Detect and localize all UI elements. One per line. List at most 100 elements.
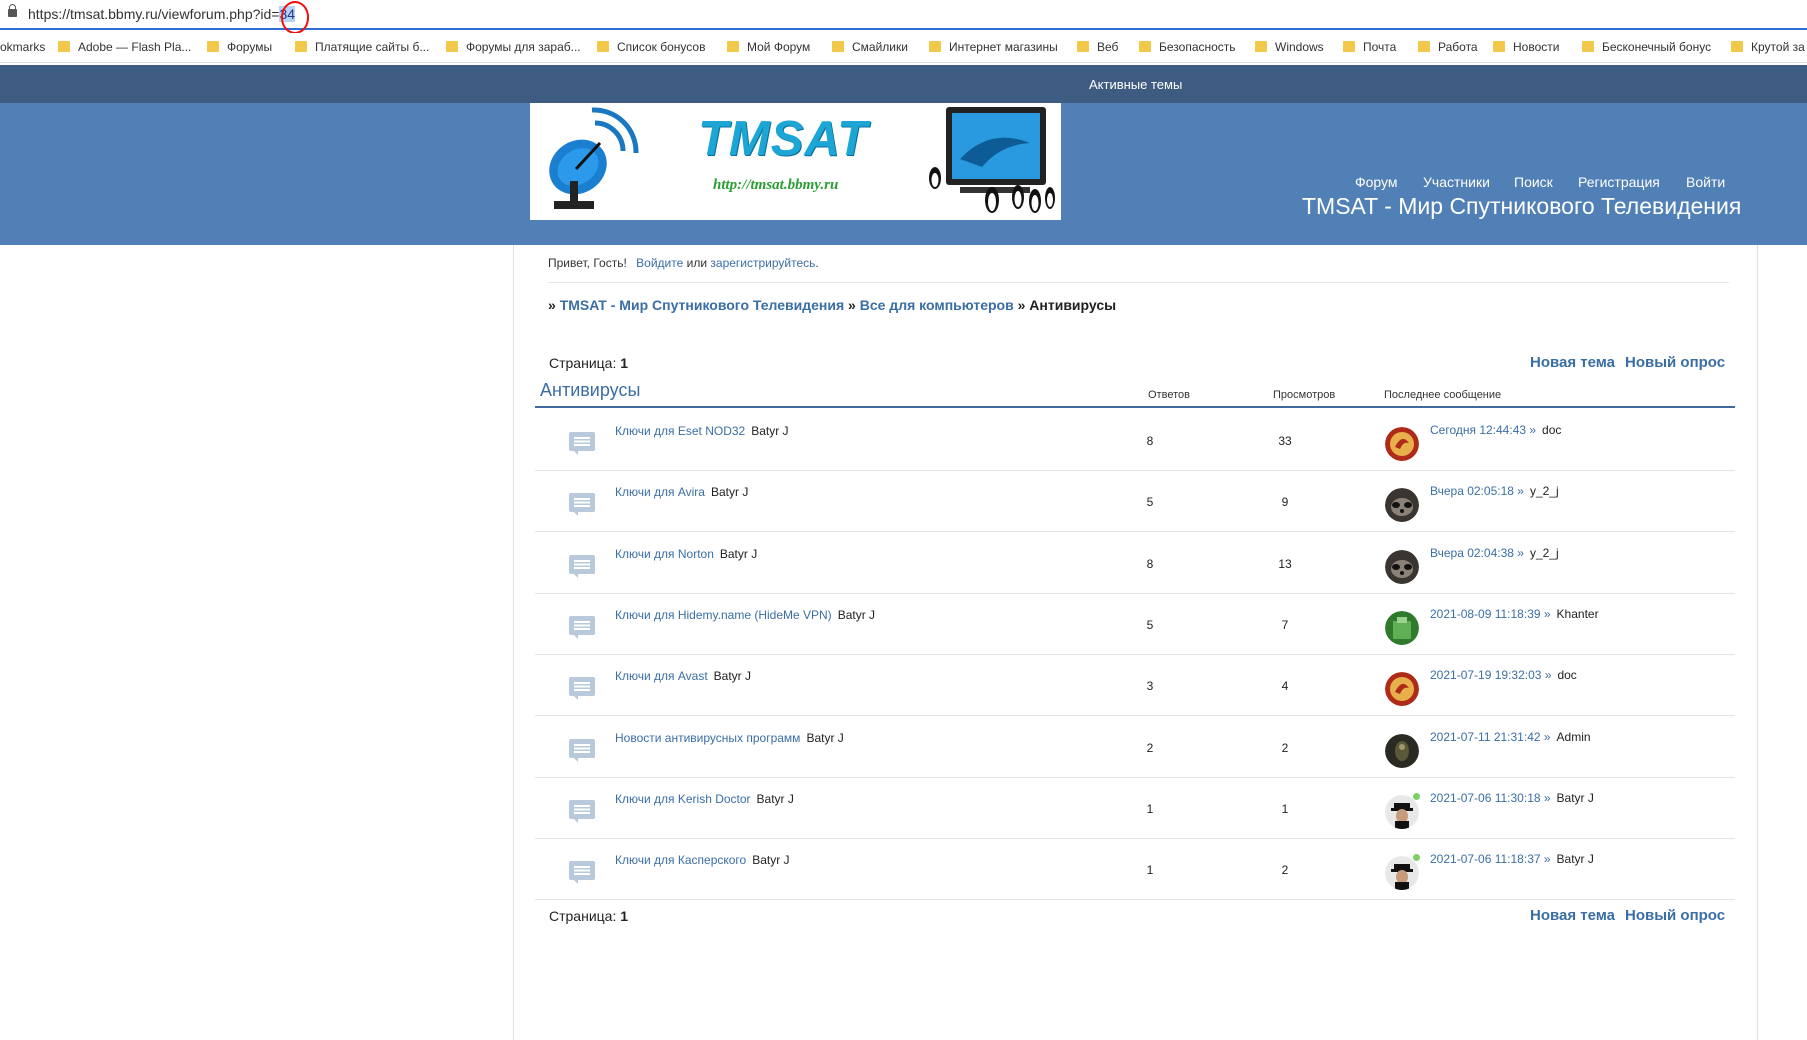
table-row: Ключи для Kerish DoctorКлючи для Kerish …	[535, 777, 1735, 839]
new-topic-button[interactable]: Новая тема	[1530, 907, 1615, 924]
topic-title-link[interactable]: Ключи для Avast	[615, 669, 708, 683]
topic-icon	[569, 555, 595, 578]
topic-title-link[interactable]: Ключи для Eset NOD32	[615, 424, 745, 438]
bookmark-item[interactable]: Работа	[1418, 40, 1478, 54]
last-post-user[interactable]: doc	[1557, 668, 1576, 682]
bookmark-item[interactable]: Почта	[1343, 40, 1396, 54]
avatar-doc[interactable]	[1385, 427, 1419, 461]
register-link[interactable]: зарегистрируйтесь	[710, 256, 815, 270]
last-post-user[interactable]: y_2_j	[1530, 484, 1559, 498]
avatar-doc[interactable]	[1385, 672, 1419, 706]
address-bar[interactable]: https://tmsat.bbmy.ru/viewforum.php?id=3…	[0, 0, 1807, 34]
breadcrumb-home[interactable]: TMSAT - Мир Спутникового Телевидения	[560, 297, 844, 313]
bookmark-item[interactable]: Форумы для зараб...	[446, 40, 581, 54]
folder-icon	[446, 41, 458, 52]
topic-author[interactable]: Batyr J	[838, 608, 875, 622]
topic-icon	[569, 616, 595, 639]
breadcrumb-category[interactable]: Все для компьютеров	[860, 297, 1014, 313]
bookmark-item[interactable]: Безопасность	[1139, 40, 1236, 54]
avatar-raccoon[interactable]	[1385, 488, 1419, 522]
nav-forum[interactable]: Форум	[1355, 174, 1398, 190]
table-row: Новости антивирусных программНовости ант…	[535, 716, 1735, 778]
views-count: 33	[1278, 434, 1292, 448]
url-text[interactable]: https://tmsat.bbmy.ru/viewforum.php?id=3…	[28, 6, 296, 22]
last-post-link[interactable]: Вчера 02:04:38 » y_2_j	[1430, 546, 1559, 560]
bookmark-item[interactable]: Интернет магазины	[929, 40, 1058, 54]
folder-icon	[1731, 41, 1743, 52]
topic-author[interactable]: Batyr J	[806, 731, 843, 745]
bookmark-item[interactable]: Смайлики	[832, 40, 908, 54]
new-topic-button[interactable]: Новая тема	[1530, 354, 1615, 371]
bookmark-item[interactable]: Платящие сайты б...	[295, 40, 429, 54]
site-banner[interactable]: TMSAT http://tmsat.bbmy.ru	[530, 103, 1061, 220]
topic-author[interactable]: Batyr J	[714, 669, 751, 683]
views-count: 7	[1281, 618, 1289, 632]
last-post-link[interactable]: 2021-07-06 11:18:37 » Batyr J	[1430, 852, 1594, 866]
lock-icon	[8, 4, 17, 17]
folder-icon	[929, 41, 941, 52]
topic-title-link[interactable]: Ключи для Hidemy.name (HideMe VPN)	[615, 608, 832, 622]
bookmark-item[interactable]: Adobe — Flash Pla...	[58, 40, 191, 54]
nav-search[interactable]: Поиск	[1514, 174, 1553, 190]
last-post-link[interactable]: 2021-07-11 21:31:42 » Admin	[1430, 730, 1591, 744]
topic-title-link[interactable]: Ключи для Kerish Doctor	[615, 792, 751, 806]
last-post-user[interactable]: Khanter	[1557, 607, 1599, 621]
bookmark-item[interactable]: Форумы	[207, 40, 272, 54]
bookmark-item[interactable]: okmarks	[0, 40, 45, 54]
nav-members[interactable]: Участники	[1423, 174, 1490, 190]
last-post-link[interactable]: 2021-07-19 19:32:03 » doc	[1430, 668, 1577, 682]
avatar-admin[interactable]	[1385, 734, 1419, 768]
table-row: Ключи для AvastКлючи для AvastBatyr J342…	[535, 654, 1735, 716]
avatar-khanter[interactable]	[1385, 611, 1419, 645]
last-post-link[interactable]: 2021-08-09 11:18:39 » Khanter	[1430, 607, 1599, 621]
folder-icon	[1493, 41, 1505, 52]
replies-count: 3	[1146, 679, 1154, 693]
avatar-raccoon[interactable]	[1385, 550, 1419, 584]
bookmark-item[interactable]: Новости	[1493, 40, 1559, 54]
views-count: 2	[1281, 741, 1289, 755]
topic-title-link[interactable]: Ключи для Norton	[615, 547, 714, 561]
replies-count: 8	[1146, 434, 1154, 448]
bookmarks-bar: okmarks Adobe — Flash Pla... Форумы Плат…	[0, 33, 1807, 63]
topic-author[interactable]: Batyr J	[720, 547, 757, 561]
replies-count: 1	[1146, 863, 1154, 877]
topic-author[interactable]: Batyr J	[757, 792, 794, 806]
nav-register[interactable]: Регистрация	[1578, 174, 1660, 190]
login-link[interactable]: Войдите	[636, 256, 683, 270]
bookmark-item[interactable]: Мой Форум	[727, 40, 810, 54]
col-views: Просмотров	[1273, 389, 1336, 401]
last-post-link[interactable]: Сегодня 12:44:43 » doc	[1430, 423, 1561, 437]
topic-title-link[interactable]: Новости антивирусных программ	[615, 731, 800, 745]
bookmark-item[interactable]: Веб	[1077, 40, 1118, 54]
folder-icon	[1343, 41, 1355, 52]
last-post-user[interactable]: Batyr J	[1557, 791, 1594, 805]
folder-icon	[727, 41, 739, 52]
topic-title-link[interactable]: Ключи для Касперского	[615, 853, 746, 867]
folder-icon	[832, 41, 844, 52]
bookmark-item[interactable]: Список бонусов	[597, 40, 705, 54]
new-poll-button[interactable]: Новый опрос	[1625, 354, 1725, 371]
nav-login[interactable]: Войти	[1686, 174, 1725, 190]
topic-author[interactable]: Batyr J	[711, 485, 748, 499]
new-poll-button[interactable]: Новый опрос	[1625, 907, 1725, 924]
replies-count: 5	[1146, 618, 1154, 632]
page-number: 1	[620, 908, 629, 924]
topic-author[interactable]: Batyr J	[751, 424, 788, 438]
last-post-link[interactable]: 2021-07-06 11:30:18 » Batyr J	[1430, 791, 1594, 805]
active-topics-link[interactable]: Активные темы	[1089, 77, 1182, 92]
topic-icon	[569, 493, 595, 516]
bookmark-item[interactable]: Бесконечный бонус	[1582, 40, 1711, 54]
bookmark-item[interactable]: Windows	[1255, 40, 1324, 54]
views-count: 2	[1281, 863, 1289, 877]
topic-icon	[569, 432, 595, 455]
last-post-user[interactable]: Batyr J	[1557, 852, 1594, 866]
views-count: 1	[1281, 802, 1289, 816]
folder-icon	[58, 41, 70, 52]
last-post-user[interactable]: doc	[1542, 423, 1561, 437]
last-post-user[interactable]: y_2_j	[1530, 546, 1559, 560]
last-post-user[interactable]: Admin	[1557, 730, 1591, 744]
last-post-link[interactable]: Вчера 02:05:18 » y_2_j	[1430, 484, 1559, 498]
bookmark-item[interactable]: Крутой за	[1731, 40, 1805, 54]
topic-author[interactable]: Batyr J	[752, 853, 789, 867]
topic-title-link[interactable]: Ключи для Avira	[615, 485, 705, 499]
